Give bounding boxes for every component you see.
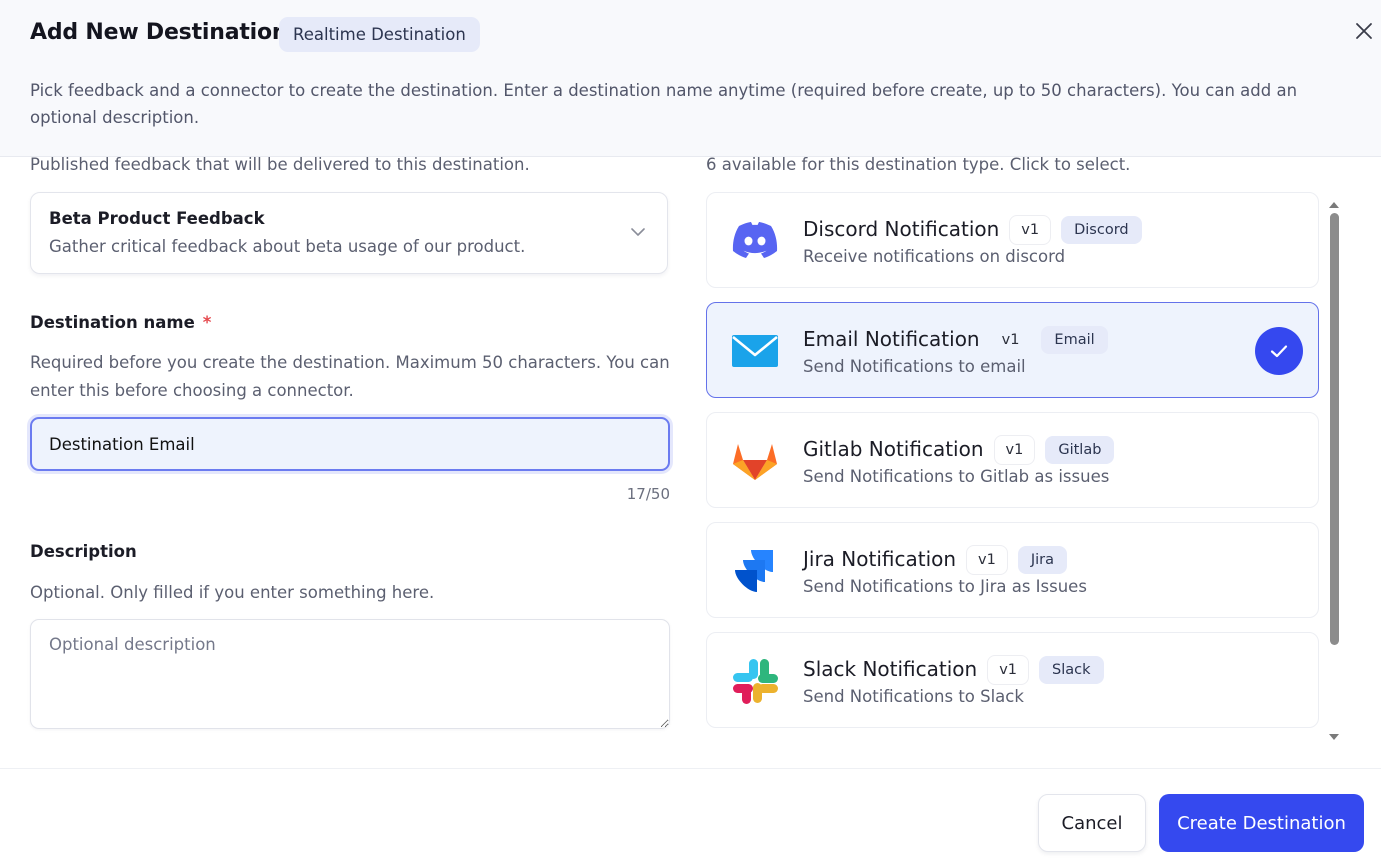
service-badge: Jira bbox=[1017, 546, 1068, 574]
connector-card-gitlab[interactable]: Gitlab Notification v1 Gitlab Send Notific… bbox=[706, 412, 1319, 508]
service-badge: Email bbox=[1041, 326, 1108, 354]
destination-name-input[interactable] bbox=[30, 417, 670, 471]
connector-name-text: Gitlab Notification bbox=[803, 437, 984, 461]
chevron-down-icon bbox=[629, 223, 647, 241]
gitlab-icon bbox=[729, 438, 781, 484]
required-marker: * bbox=[202, 313, 212, 332]
connector-name-text: Jira Notification bbox=[803, 547, 957, 571]
connector-list: Discord Notification v1 Discord Receive no… bbox=[705, 192, 1321, 742]
connectors-help: 6 available for this destination type. C… bbox=[706, 155, 1131, 174]
connector-card-email[interactable]: Email Notification v1 Email Send Notificat… bbox=[706, 302, 1319, 398]
dialog-header: Add New Destination Realtime Destination… bbox=[0, 0, 1381, 157]
version-badge: v1 bbox=[1009, 215, 1052, 245]
connector-description: Send Notifications to Gitlab as issues bbox=[803, 467, 1110, 486]
feedback-help: Published feedback that will be delivere… bbox=[30, 155, 530, 174]
connector-name: Jira Notification v1 Jira bbox=[803, 545, 1068, 575]
connector-card-slack[interactable]: Slack Notification v1 Slack Send Notificat… bbox=[706, 632, 1319, 728]
connector-name: Gitlab Notification v1 Gitlab bbox=[803, 435, 1115, 465]
connector-card-discord[interactable]: Discord Notification v1 Discord Receive no… bbox=[706, 192, 1319, 288]
description-textarea[interactable] bbox=[30, 619, 670, 729]
dialog-subtitle: Pick feedback and a connector to create … bbox=[30, 81, 1298, 127]
selected-check-icon bbox=[1255, 327, 1303, 375]
email-icon bbox=[729, 328, 781, 374]
connector-name: Discord Notification v1 Discord bbox=[803, 215, 1142, 245]
footer-divider bbox=[0, 768, 1381, 769]
connector-name-text: Discord Notification bbox=[803, 217, 1000, 241]
connector-description: Send Notifications to Slack bbox=[803, 687, 1024, 706]
feedback-title: Beta Product Feedback bbox=[49, 209, 265, 228]
destination-name-label-text: Destination name bbox=[30, 313, 195, 332]
scrollbar-thumb[interactable] bbox=[1330, 213, 1339, 645]
version-badge: v1 bbox=[993, 435, 1036, 465]
feedback-select[interactable]: Beta Product Feedback Gather critical fe… bbox=[30, 192, 668, 274]
connector-description: Send Notifications to email bbox=[803, 357, 1026, 376]
feedback-description: Gather critical feedback about beta usag… bbox=[49, 237, 526, 256]
connector-card-jira[interactable]: Jira Notification v1 Jira Send Notificatio… bbox=[706, 522, 1319, 618]
description-label: Description bbox=[30, 542, 137, 561]
service-badge: Gitlab bbox=[1045, 436, 1115, 464]
connector-name: Email Notification v1 Email bbox=[803, 325, 1108, 355]
slack-icon bbox=[729, 658, 781, 704]
connector-name: Slack Notification v1 Slack bbox=[803, 655, 1104, 685]
destination-name-help: Required before you create the destinati… bbox=[30, 353, 670, 400]
version-badge: v1 bbox=[966, 545, 1008, 575]
destination-type-badge: Realtime Destination bbox=[279, 17, 480, 52]
service-badge: Discord bbox=[1061, 216, 1142, 244]
dialog-title: Add New Destination bbox=[30, 20, 288, 45]
close-icon[interactable] bbox=[1353, 20, 1375, 42]
connector-description: Receive notifications on discord bbox=[803, 247, 1066, 266]
scroll-down-arrow-icon[interactable] bbox=[1329, 727, 1339, 740]
connector-name-text: Slack Notification bbox=[803, 657, 978, 681]
cancel-button[interactable]: Cancel bbox=[1038, 794, 1146, 852]
create-destination-button[interactable]: Create Destination bbox=[1159, 794, 1364, 852]
connector-scrollbar[interactable] bbox=[1325, 195, 1343, 745]
version-badge: v1 bbox=[1001, 332, 1020, 348]
character-counter: 17/50 bbox=[626, 485, 670, 503]
scroll-up-arrow-icon[interactable] bbox=[1329, 195, 1339, 208]
discord-icon bbox=[729, 218, 781, 264]
service-badge: Slack bbox=[1039, 656, 1104, 684]
connector-description: Send Notifications to Jira as Issues bbox=[803, 577, 1087, 596]
connector-name-text: Email Notification bbox=[803, 327, 980, 351]
destination-name-label: Destination name * bbox=[30, 313, 211, 332]
description-help: Optional. Only filled if you enter somet… bbox=[30, 583, 435, 602]
version-badge: v1 bbox=[987, 655, 1030, 685]
jira-icon bbox=[729, 548, 781, 594]
